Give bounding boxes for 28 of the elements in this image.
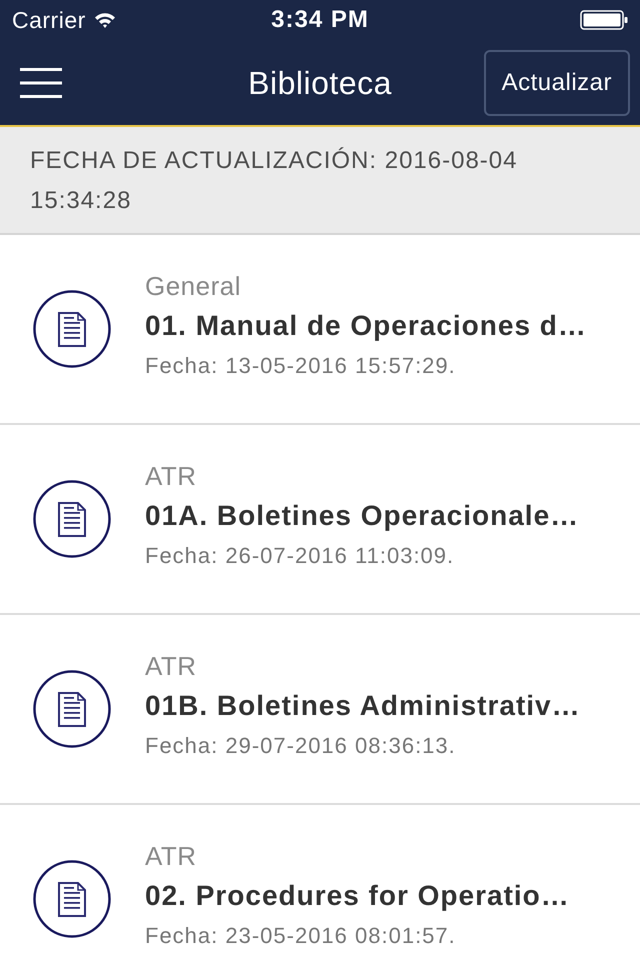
document-icon	[33, 860, 111, 938]
document-category: ATR	[145, 840, 198, 873]
document-icon	[33, 480, 111, 558]
battery-icon	[580, 10, 628, 30]
document-date: Fecha: 13-05-2016 15:57:29.	[145, 352, 457, 380]
update-date-text: FECHA DE ACTUALIZACIÓN: 2016-08-04 15:34:28	[30, 146, 518, 216]
document-row[interactable]: ATR 02. Procedures for Operatio… Fecha: 23-05-2016 08:01:57.	[0, 805, 640, 960]
document-category: General	[145, 270, 242, 303]
document-icon	[33, 290, 111, 368]
document-date: Fecha: 26-07-2016 11:03:09.	[145, 542, 456, 570]
update-button[interactable]: Actualizar	[484, 50, 630, 116]
document-title: 01A. Boletines Operacionale…	[145, 499, 580, 533]
document-date: Fecha: 29-07-2016 08:36:13.	[145, 732, 457, 760]
menu-icon[interactable]	[20, 68, 62, 98]
carrier-label: Carrier	[12, 6, 86, 35]
document-title: 02. Procedures for Operatio…	[145, 879, 570, 913]
document-icon	[33, 670, 111, 748]
wifi-icon	[94, 12, 116, 28]
document-row[interactable]: ATR 01B. Boletines Administrativ… Fecha: 29-07-2016 08:36:13.	[0, 615, 640, 805]
document-title: 01B. Boletines Administrativ…	[145, 689, 581, 723]
document-date: Fecha: 23-05-2016 08:01:57.	[145, 922, 457, 950]
document-row[interactable]: General 01. Manual de Operaciones d… Fecha: 13-05-2016 15:57:29.	[0, 235, 640, 425]
screen-title: Biblioteca	[248, 64, 392, 102]
document-category: ATR	[145, 460, 198, 493]
document-row[interactable]: ATR 01A. Boletines Operacionale… Fecha: 26-07-2016 11:03:09.	[0, 425, 640, 615]
status-time: 3:34 PM	[271, 5, 369, 35]
document-title: 01. Manual de Operaciones d…	[145, 309, 587, 343]
document-category: ATR	[145, 650, 198, 683]
